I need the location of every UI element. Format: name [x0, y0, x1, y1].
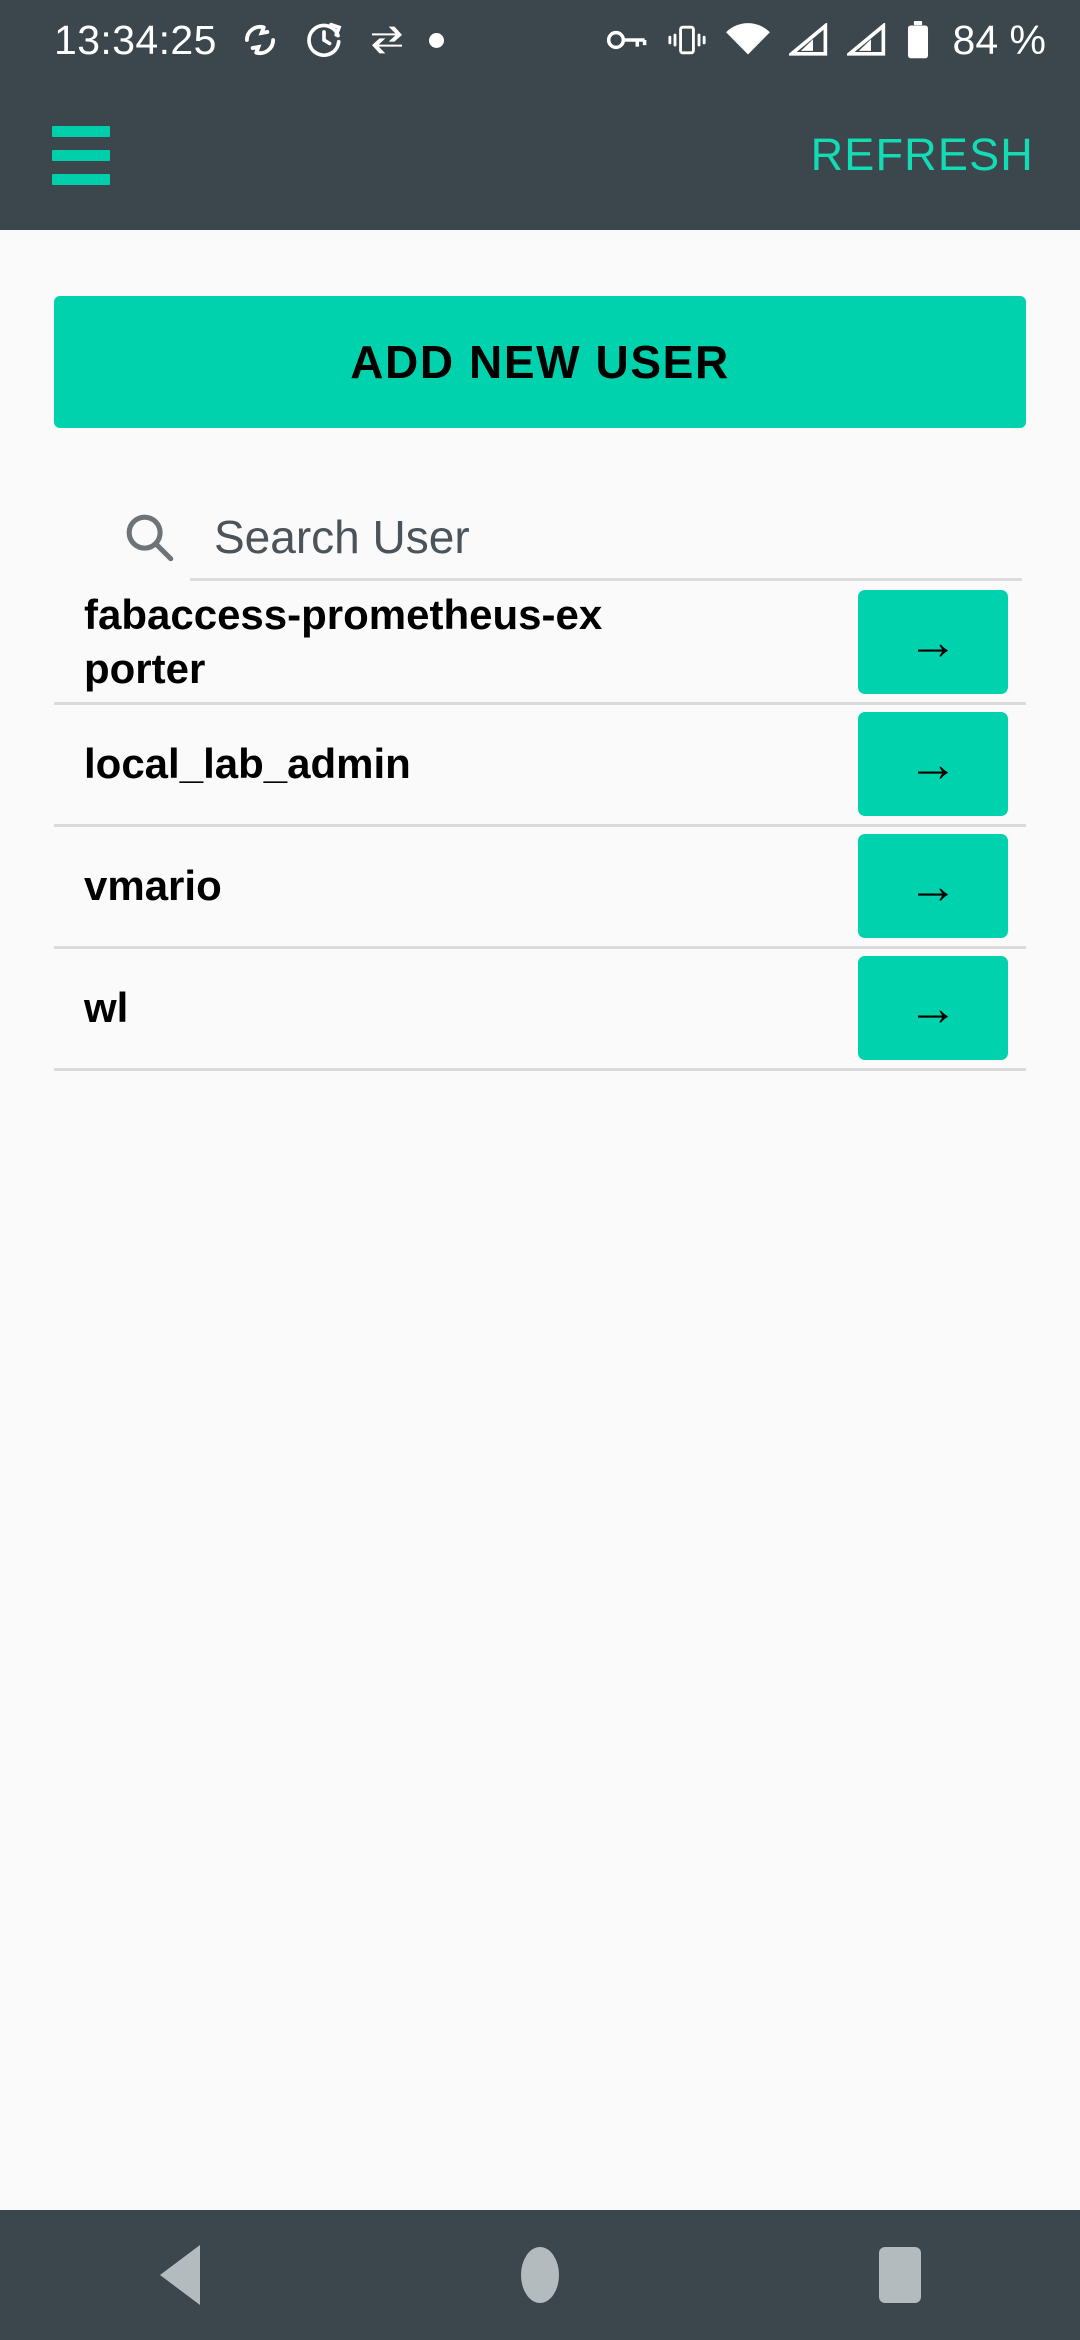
home-circle-icon	[521, 2247, 559, 2303]
open-user-button[interactable]: →	[858, 956, 1008, 1060]
hamburger-bar-3	[52, 173, 110, 185]
status-bar-right: 84 %	[605, 17, 1046, 64]
dot-indicator-icon	[428, 32, 444, 48]
table-row[interactable]: fabaccess-prometheus-exporter →	[54, 582, 1026, 705]
wifi-icon	[725, 23, 771, 57]
nav-home-button[interactable]	[460, 2210, 620, 2340]
status-bar-left: 13:34:25	[54, 17, 444, 64]
battery-percent-label: 84 %	[952, 16, 1046, 63]
vpn-key-icon	[605, 25, 649, 55]
table-row[interactable]: vmario →	[54, 827, 1026, 949]
add-new-user-button[interactable]: ADD NEW USER	[54, 296, 1026, 428]
arrow-right-icon: →	[908, 858, 958, 914]
nav-recents-button[interactable]	[820, 2210, 980, 2340]
user-name-label: local_lab_admin	[84, 740, 411, 788]
status-clock: 13:34:25	[54, 16, 217, 63]
cellular-signal-2-icon	[846, 23, 887, 57]
hamburger-bar-1	[52, 125, 110, 137]
user-name-label: vmario	[84, 862, 222, 910]
arrow-right-icon: →	[908, 736, 958, 792]
hamburger-menu-icon[interactable]	[52, 125, 110, 185]
user-name-label: wl	[84, 984, 129, 1032]
main-content: ADD NEW USER fabaccess-prometheus-export…	[0, 230, 1080, 2210]
arrow-right-icon: →	[908, 980, 958, 1036]
recents-square-icon	[879, 2247, 921, 2303]
data-transfer-icon	[367, 20, 407, 60]
open-user-button[interactable]: →	[858, 712, 1008, 816]
status-bar: 13:34:25 84 %	[0, 0, 1080, 80]
open-user-button[interactable]: →	[858, 834, 1008, 938]
hamburger-bar-2	[52, 149, 110, 161]
phone-screen: 13:34:25 84 % REFRESH ADD NEW USER Searc…	[0, 0, 1080, 2340]
open-user-button[interactable]: →	[858, 589, 1008, 694]
table-row[interactable]: local_lab_admin →	[54, 705, 1026, 827]
table-row[interactable]: wl →	[54, 949, 1026, 1071]
app-bar: REFRESH	[0, 80, 1080, 230]
vibrate-icon	[667, 23, 707, 57]
search-input[interactable]	[214, 497, 1026, 577]
user-list: fabaccess-prometheus-exporter → local_la…	[0, 582, 1080, 1071]
battery-icon	[905, 21, 931, 59]
search-icon	[116, 508, 182, 566]
sync-icon	[239, 19, 281, 61]
refresh-button[interactable]: REFRESH	[797, 121, 1048, 189]
arrow-right-icon: →	[908, 613, 958, 670]
cellular-signal-1-icon	[788, 23, 829, 57]
back-triangle-icon	[160, 2245, 200, 2305]
user-name-label: fabaccess-prometheus-exporter	[84, 591, 603, 692]
alarm-timer-icon	[303, 19, 345, 61]
system-navigation-bar	[0, 2210, 1080, 2340]
search-underline	[190, 578, 1022, 581]
nav-back-button[interactable]	[100, 2210, 260, 2340]
